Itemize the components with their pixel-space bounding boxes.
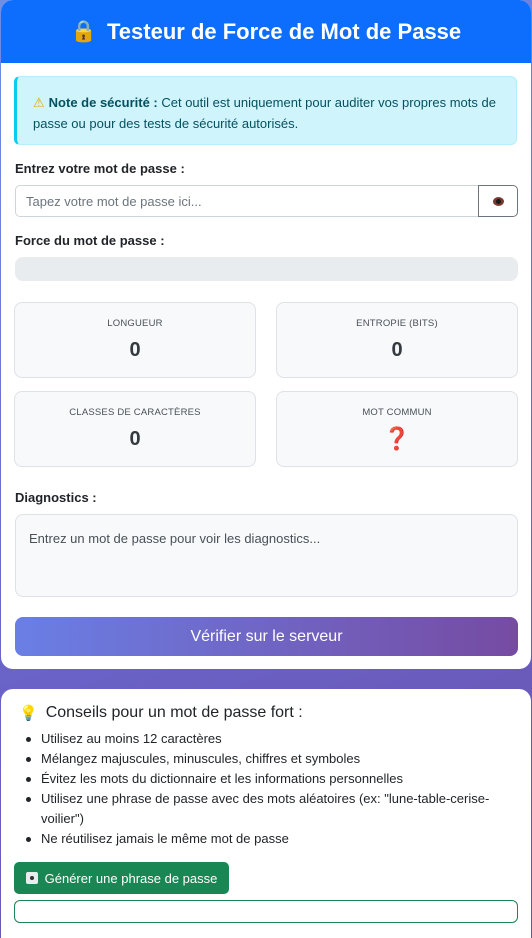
stat-length-value: 0 [129, 339, 141, 361]
diagnostics-box: Entrez un mot de passe pour voir les dia… [15, 514, 518, 597]
diagnostics-label: Diagnostics : [15, 490, 97, 505]
eye-icon [492, 196, 504, 206]
list-item: Utilisez au moins 12 caractères [23, 729, 513, 749]
tips-list: Utilisez au moins 12 caractères Mélangez… [23, 729, 513, 849]
list-item: Utilisez une phrase de passe avec des mo… [23, 789, 513, 829]
page-title: Testeur de Force de Mot de Passe [107, 18, 462, 44]
stat-entropy-label: ENTROPIE (BITS) [356, 318, 438, 329]
password-tester-card: 🔒 Testeur de Force de Mot de Passe ⚠ Note… [1, 0, 531, 669]
strength-label: Force du mot de passe : [15, 233, 165, 248]
list-item: Évitez les mots du dictionnaire et les i… [23, 769, 513, 789]
stat-common-word: MOT COMMUN ❓ [276, 391, 518, 467]
password-label: Entrez votre mot de passe : [15, 161, 185, 176]
security-alert: ⚠ Note de sécurité : Cet outil est unique… [14, 76, 517, 145]
stat-char-classes-value: 0 [129, 428, 141, 450]
tips-title: 💡 Conseils pour un mot de passe fort : [19, 704, 303, 722]
generate-button-label: Générer une phrase de passe [44, 870, 218, 886]
app-header: 🔒 Testeur de Force de Mot de Passe [1, 0, 531, 63]
password-input[interactable] [15, 185, 479, 217]
toggle-visibility-button[interactable] [478, 185, 518, 217]
stat-entropy-value: 0 [391, 339, 403, 361]
generate-passphrase-button[interactable]: Générer une phrase de passe [14, 862, 229, 894]
warning-icon: ⚠ [33, 95, 45, 110]
question-mark-icon: ❓ [383, 426, 411, 451]
stat-char-classes-label: CLASSES DE CARACTÈRES [69, 407, 201, 418]
verify-server-button[interactable]: Vérifier sur le serveur [15, 617, 518, 656]
stat-common-word-label: MOT COMMUN [362, 407, 432, 418]
tips-card: 💡 Conseils pour un mot de passe fort : U… [1, 689, 531, 938]
generated-passphrase-output [14, 900, 518, 923]
strength-meter [15, 257, 518, 281]
stat-char-classes: CLASSES DE CARACTÈRES 0 [14, 391, 256, 467]
lock-icon: 🔒 [70, 19, 97, 43]
alert-title: Note de sécurité : [48, 95, 158, 110]
list-item: Mélangez majuscules, minuscules, chiffre… [23, 749, 513, 769]
stat-length: LONGUEUR 0 [14, 302, 256, 378]
stat-length-label: LONGUEUR [107, 318, 163, 329]
list-item: Ne réutilisez jamais le même mot de pass… [23, 829, 513, 849]
tips-title-text: Conseils pour un mot de passe fort : [45, 704, 303, 721]
dice-icon [25, 872, 38, 884]
stat-entropy: ENTROPIE (BITS) 0 [276, 302, 518, 378]
lightbulb-icon: 💡 [19, 705, 38, 722]
